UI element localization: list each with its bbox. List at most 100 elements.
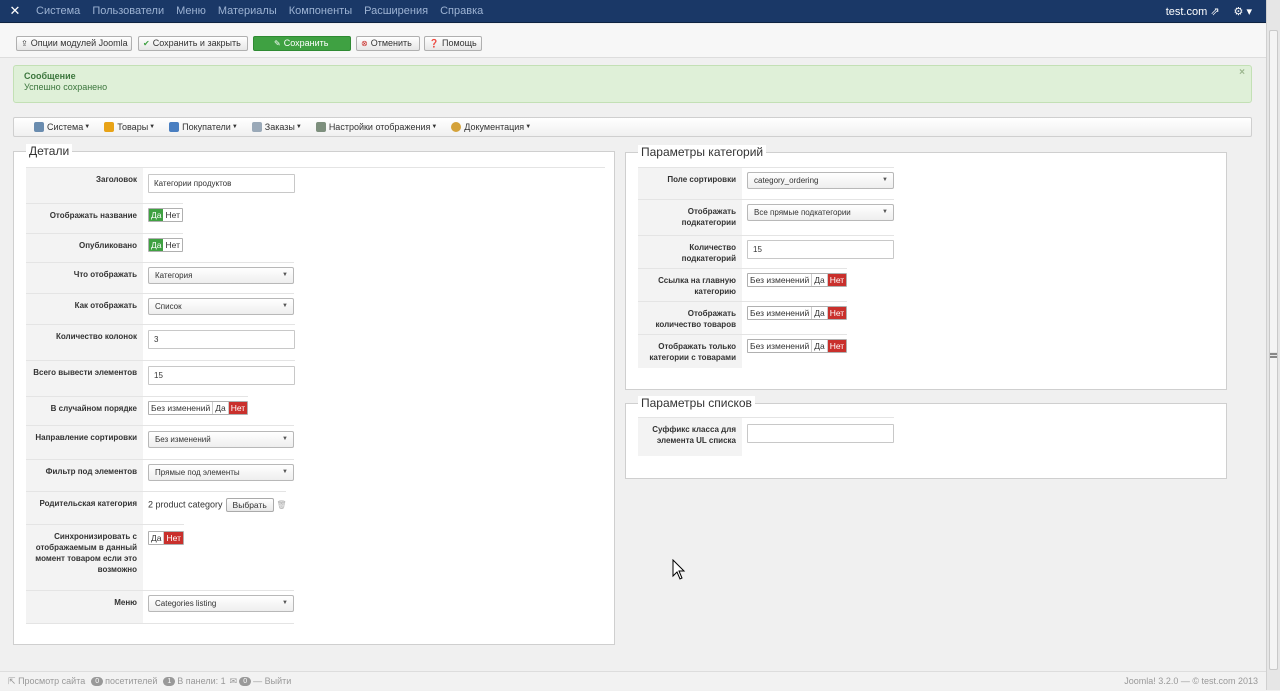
box-icon bbox=[104, 122, 115, 132]
menu-content[interactable]: Материалы bbox=[212, 0, 283, 23]
submenu-system[interactable]: Система ▼ bbox=[34, 122, 90, 132]
ul-suffix-input[interactable] bbox=[747, 424, 894, 443]
row-published: Опубликовано Да Нет bbox=[26, 233, 183, 263]
cancel-button[interactable]: ⊗ Отменить bbox=[356, 36, 420, 51]
category-params-legend: Параметры категорий bbox=[638, 145, 767, 159]
component-submenu: Система ▼ Товары ▼ Покупатели ▼ Заказы ▼ Нас… bbox=[13, 117, 1252, 137]
random-toggle[interactable]: Без изменений Да Нет bbox=[148, 401, 249, 415]
row-what: Что отображать Категория ▼ bbox=[26, 262, 294, 294]
show-name-toggle[interactable]: Да Нет bbox=[148, 208, 183, 222]
published-toggle[interactable]: Да Нет bbox=[148, 238, 183, 252]
show-sub-select[interactable]: Все прямые подкатегории ▼ bbox=[747, 204, 894, 221]
row-columns: Количество колонок 3 bbox=[26, 324, 295, 361]
parent-value: 2 product category bbox=[148, 499, 223, 510]
total-input[interactable]: 15 bbox=[148, 366, 295, 385]
sub-count-input[interactable]: 15 bbox=[747, 240, 894, 259]
upload-icon: ⇪ bbox=[21, 39, 28, 48]
caret-icon: ▼ bbox=[231, 124, 238, 130]
joomla-logo-icon[interactable]: ✕ bbox=[0, 0, 30, 23]
edit-icon: ✎ bbox=[274, 39, 281, 48]
cancel-icon: ⊗ bbox=[361, 39, 368, 48]
title-input[interactable]: Категории продуктов bbox=[148, 174, 295, 193]
row-sub-count: Количество подкатегорий 15 bbox=[638, 235, 894, 269]
choose-button[interactable]: Выбрать bbox=[225, 498, 274, 512]
chevron-down-icon: ▼ bbox=[282, 303, 288, 309]
view-site-link[interactable]: ⇱ Просмотр сайта bbox=[8, 676, 85, 687]
top-menu: Система Пользователи Меню Материалы Комп… bbox=[30, 0, 489, 23]
what-select[interactable]: Категория ▼ bbox=[148, 267, 294, 284]
menu-system[interactable]: Система bbox=[30, 0, 86, 23]
row-sort-field: Поле сортировки category_ordering ▼ bbox=[638, 167, 894, 200]
menu-menus[interactable]: Меню bbox=[170, 0, 212, 23]
row-filter: Фильтр под элементов Прямые под элементы… bbox=[26, 459, 294, 492]
settings-icon bbox=[315, 122, 326, 132]
columns-input[interactable]: 3 bbox=[148, 330, 295, 349]
site-link[interactable]: test.com ⇗ bbox=[1166, 5, 1220, 18]
submenu-products[interactable]: Товары ▼ bbox=[104, 122, 155, 132]
submenu-orders[interactable]: Заказы ▼ bbox=[251, 122, 302, 132]
row-ul-suffix: Суффикс класса для элемента UL списка bbox=[638, 417, 894, 456]
chevron-down-icon: ▼ bbox=[282, 272, 288, 278]
only-with-toggle[interactable]: Без изменений Да Нет bbox=[747, 339, 848, 353]
row-total: Всего вывести элементов 15 bbox=[26, 360, 295, 397]
chevron-down-icon: ▼ bbox=[882, 209, 888, 215]
caret-icon: ▼ bbox=[431, 124, 438, 130]
top-navbar: ✕ Система Пользователи Меню Материалы Ко… bbox=[0, 0, 1266, 23]
grip-icon: ▬ ▬ bbox=[1270, 350, 1277, 360]
chevron-down-icon: ▼ bbox=[282, 436, 288, 442]
save-close-button[interactable]: ✔ Сохранить и закрыть bbox=[138, 36, 248, 51]
gear-icon[interactable]: ⚙ ▾ bbox=[1234, 5, 1252, 18]
menu-select[interactable]: Categories listing ▼ bbox=[148, 595, 294, 612]
row-sort-dir: Направление сортировки Без изменений ▼ bbox=[26, 425, 294, 460]
details-fieldset: Детали Заголовок Категории продуктов Ото… bbox=[13, 144, 615, 645]
save-button[interactable]: ✎ Сохранить bbox=[253, 36, 351, 51]
logout-link[interactable]: — Выйти bbox=[253, 676, 291, 686]
help-button[interactable]: ❓ Помощь bbox=[424, 36, 482, 51]
caret-icon: ▼ bbox=[525, 124, 532, 130]
docs-icon bbox=[451, 122, 462, 132]
row-only-with: Отображать только категории с товарами Б… bbox=[638, 334, 848, 368]
status-footer: ⇱ Просмотр сайта 0 посетителей 1В панели:… bbox=[0, 671, 1266, 690]
chevron-down-icon: ▼ bbox=[282, 469, 288, 475]
caret-icon: ▼ bbox=[149, 124, 156, 130]
row-sync: Синхронизировать с отображаемым в данный… bbox=[26, 524, 184, 591]
trash-icon[interactable]: 🗑 bbox=[276, 500, 286, 509]
question-icon: ❓ bbox=[429, 39, 439, 48]
page-scrollbar[interactable]: ▬ ▬ bbox=[1266, 0, 1280, 690]
users-icon bbox=[169, 122, 180, 132]
mail-icon[interactable]: ✉ bbox=[230, 676, 238, 687]
chevron-down-icon: ▼ bbox=[282, 600, 288, 606]
mail-badge: 0 bbox=[239, 676, 252, 686]
row-show-sub: Отображать подкатегории Все прямые подка… bbox=[638, 199, 894, 236]
version-text: Joomla! 3.2.0 — © test.com 2013 bbox=[1124, 676, 1258, 686]
row-show-count: Отображать количество товаров Без измене… bbox=[638, 301, 848, 335]
panel-badge: 1 bbox=[163, 676, 176, 686]
filter-select[interactable]: Прямые под элементы ▼ bbox=[148, 464, 294, 481]
caret-icon: ▼ bbox=[84, 124, 91, 130]
submenu-docs[interactable]: Документация ▼ bbox=[451, 122, 531, 132]
submenu-customers[interactable]: Покупатели ▼ bbox=[169, 122, 238, 132]
orders-icon bbox=[251, 122, 262, 132]
link-main-toggle[interactable]: Без изменений Да Нет bbox=[747, 273, 848, 287]
message-body: Успешно сохранено bbox=[24, 82, 108, 92]
menu-users[interactable]: Пользователи bbox=[86, 0, 170, 23]
menu-help[interactable]: Справка bbox=[434, 0, 489, 23]
category-params-fieldset: Параметры категорий Поле сортировки cate… bbox=[625, 145, 1227, 390]
row-link-main: Ссылка на главную категорию Без изменени… bbox=[638, 268, 848, 302]
how-select[interactable]: Список ▼ bbox=[148, 298, 294, 315]
sort-field-select[interactable]: category_ordering ▼ bbox=[747, 172, 894, 189]
menu-components[interactable]: Компоненты bbox=[283, 0, 358, 23]
sort-dir-select[interactable]: Без изменений ▼ bbox=[148, 431, 294, 448]
close-icon[interactable]: × bbox=[1239, 67, 1245, 78]
row-parent: Родительская категория 2 product categor… bbox=[26, 491, 287, 525]
mouse-cursor-icon bbox=[672, 559, 686, 580]
visitors-badge: 0 bbox=[91, 676, 104, 686]
row-show-name: Отображать название Да Нет bbox=[26, 203, 183, 234]
sync-toggle[interactable]: Да Нет bbox=[148, 531, 184, 545]
submenu-display-settings[interactable]: Настройки отображения ▼ bbox=[315, 122, 438, 132]
module-options-button[interactable]: ⇪ Опции модулей Joomla bbox=[16, 36, 132, 51]
row-menu: Меню Categories listing ▼ bbox=[26, 590, 294, 624]
menu-extensions[interactable]: Расширения bbox=[358, 0, 434, 23]
details-legend: Детали bbox=[26, 144, 73, 158]
show-count-toggle[interactable]: Без изменений Да Нет bbox=[747, 306, 848, 320]
